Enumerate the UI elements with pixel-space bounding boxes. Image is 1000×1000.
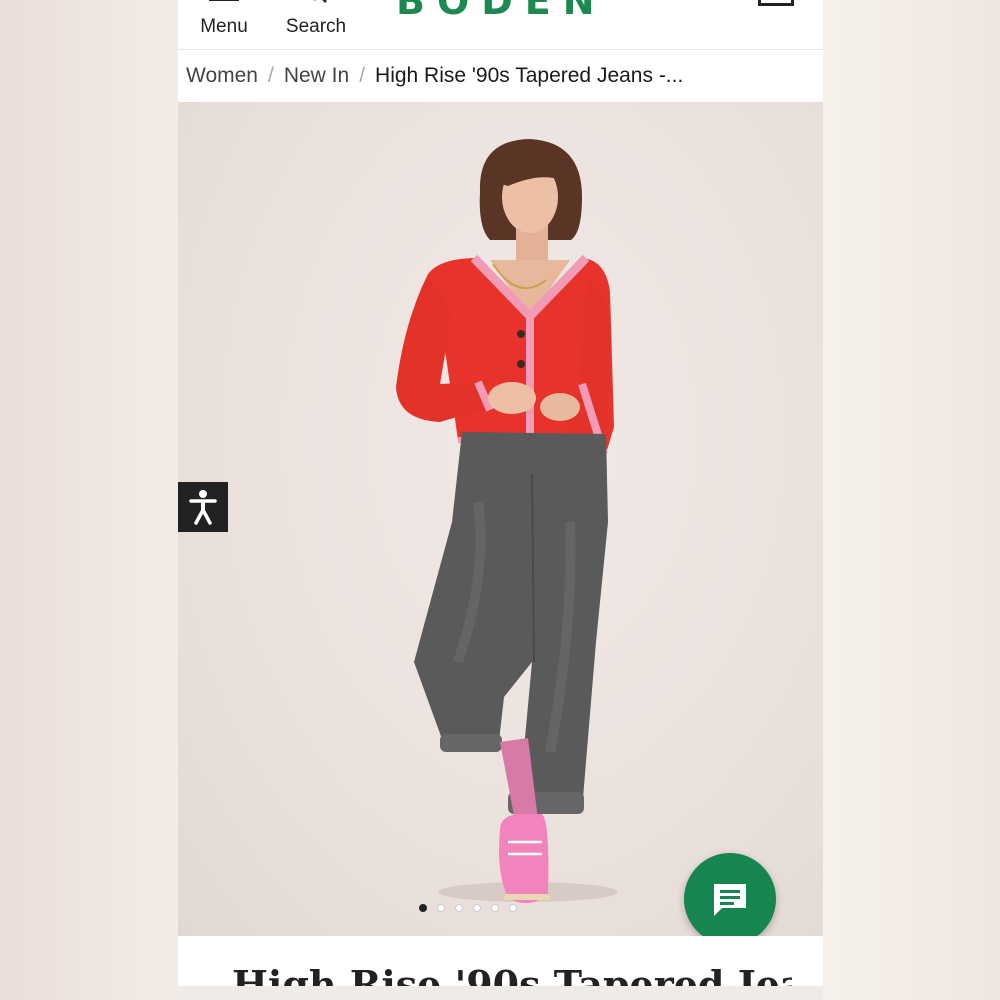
gallery-dot-1[interactable]: [419, 904, 427, 912]
accessibility-icon: [189, 490, 217, 525]
phone-viewport: Menu Search BODEN Women / New In / High …: [178, 0, 823, 1000]
search-label: Search: [285, 16, 347, 37]
gallery-dot-4[interactable]: [473, 904, 481, 912]
menu-button[interactable]: Menu: [192, 0, 256, 50]
search-button[interactable]: Search: [280, 0, 352, 50]
gallery-dot-5[interactable]: [491, 904, 499, 912]
chat-button[interactable]: [684, 853, 776, 945]
bag-icon[interactable]: [758, 0, 794, 6]
chat-icon: [714, 884, 746, 916]
hamburger-icon: [209, 0, 239, 2]
search-icon: [312, 0, 327, 3]
gallery-dot-2[interactable]: [437, 904, 445, 912]
accessibility-button[interactable]: [178, 482, 228, 532]
gallery-dot-6[interactable]: [509, 904, 517, 912]
menu-label: Menu: [200, 16, 248, 37]
breadcrumb-current: High Rise '90s Tapered Jeans -...: [375, 64, 684, 87]
bottom-fade: [178, 986, 823, 1000]
breadcrumb-separator: /: [267, 64, 274, 87]
breadcrumb-item-new-in[interactable]: New In: [284, 64, 349, 88]
breadcrumb-item-women[interactable]: Women: [186, 64, 258, 88]
product-image-gallery[interactable]: [178, 102, 823, 936]
gallery-dot-3[interactable]: [455, 904, 463, 912]
breadcrumb: Women / New In / High Rise '90s Tapered …: [186, 50, 683, 102]
site-header: Menu Search BODEN: [178, 0, 823, 50]
breadcrumb-separator: /: [359, 64, 366, 87]
brand-logo[interactable]: BODEN: [396, 0, 606, 22]
product-image: [396, 139, 618, 904]
